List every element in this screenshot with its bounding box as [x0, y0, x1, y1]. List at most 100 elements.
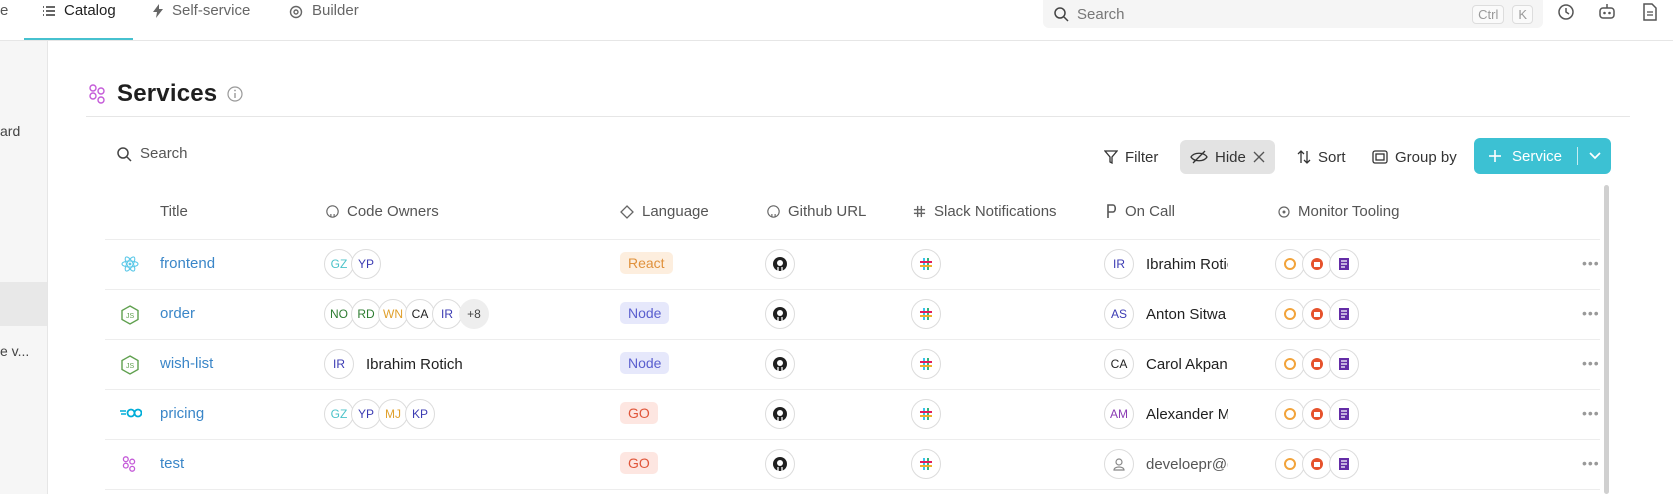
github-link-icon[interactable] [765, 399, 795, 429]
service-title-link[interactable]: pricing [160, 405, 204, 422]
group-by-button[interactable]: Group by [1362, 140, 1467, 174]
avatar[interactable]: KP [405, 399, 435, 429]
more-owners-badge[interactable]: +8 [459, 299, 489, 329]
row-actions-icon[interactable]: ••• [1582, 405, 1600, 421]
column-header-slack-notifications[interactable]: Slack Notifications [913, 203, 1057, 220]
sidebar-item-active[interactable] [0, 282, 47, 326]
filter-button[interactable]: Filter [1094, 140, 1168, 174]
monitor-tooling-icons[interactable] [1275, 249, 1359, 279]
code-owners-avatars[interactable]: GZ YP [324, 249, 381, 279]
monitor-tooling-icons[interactable] [1275, 349, 1359, 379]
tab-catalog[interactable]: Catalog [42, 0, 116, 41]
history-icon[interactable] [1555, 1, 1577, 23]
datadog-icon[interactable] [1329, 449, 1359, 479]
column-header-monitor-tooling[interactable]: Monitor Tooling [1278, 203, 1399, 220]
datadog-icon[interactable] [1329, 399, 1359, 429]
code-owners-avatars[interactable]: IR Ibrahim Rotich [324, 349, 463, 379]
grafana-icon[interactable] [1275, 449, 1305, 479]
sidebar-item-truncated[interactable]: ard [0, 123, 20, 139]
page-title: Services [117, 80, 218, 107]
service-title-link[interactable]: frontend [160, 255, 215, 272]
monitor-tooling-icons[interactable] [1275, 399, 1359, 429]
service-title-link[interactable]: wish-list [160, 355, 213, 372]
column-header-on-call[interactable]: On Call [1107, 203, 1175, 220]
ai-assistant-icon[interactable] [1596, 1, 1618, 23]
tab-builder[interactable]: Builder [288, 0, 359, 41]
datadog-icon[interactable] [1329, 349, 1359, 379]
hide-button-label: Hide [1215, 148, 1246, 166]
avatar[interactable]: GZ [324, 399, 354, 429]
add-service-button[interactable]: Service [1474, 138, 1611, 174]
services-blueprint-icon [89, 84, 105, 104]
column-header-label: Title [160, 203, 188, 220]
info-icon[interactable] [227, 86, 243, 102]
column-header-language[interactable]: Language [620, 203, 709, 220]
monitor-tooling-icons[interactable] [1275, 299, 1359, 329]
sort-button[interactable]: Sort [1287, 140, 1356, 174]
avatar[interactable]: CA [1104, 349, 1134, 379]
avatar[interactable]: GZ [324, 249, 354, 279]
avatar[interactable]: IR [324, 349, 354, 379]
grafana-icon[interactable] [1275, 399, 1305, 429]
avatar[interactable]: WN [378, 299, 408, 329]
grafana-icon[interactable] [1275, 349, 1305, 379]
service-title-link[interactable]: order [160, 305, 195, 322]
global-search-input[interactable]: Search Ctrl K [1043, 0, 1543, 28]
table-search-input[interactable]: Search [116, 145, 188, 162]
monitor-tooling-icons[interactable] [1275, 449, 1359, 479]
user-placeholder-icon[interactable] [1104, 449, 1134, 479]
tab-self-service[interactable]: Self-service [152, 0, 250, 41]
slack-link-icon[interactable] [911, 449, 941, 479]
github-icon [326, 205, 339, 218]
slack-link-icon[interactable] [911, 249, 941, 279]
close-icon[interactable] [1253, 151, 1265, 163]
hide-button[interactable]: Hide [1180, 140, 1275, 174]
slack-link-icon[interactable] [911, 399, 941, 429]
grafana-icon[interactable] [1275, 299, 1305, 329]
column-header-code-owners[interactable]: Code Owners [326, 203, 439, 220]
avatar[interactable]: IR [1104, 249, 1134, 279]
slack-link-icon[interactable] [911, 349, 941, 379]
nav-tab-truncated[interactable]: e [0, 2, 8, 19]
column-header-title[interactable]: Title [160, 203, 188, 220]
datadog-icon[interactable] [1329, 249, 1359, 279]
prometheus-icon[interactable] [1302, 449, 1332, 479]
column-header-github-url[interactable]: Github URL [767, 203, 866, 220]
avatar[interactable]: RD [351, 299, 381, 329]
prometheus-icon[interactable] [1302, 249, 1332, 279]
avatar[interactable]: YP [351, 399, 381, 429]
avatar[interactable]: MJ [378, 399, 408, 429]
avatar[interactable]: IR [432, 299, 462, 329]
on-call-name: Alexander M [1146, 405, 1228, 423]
row-actions-icon[interactable]: ••• [1582, 355, 1600, 371]
grafana-icon[interactable] [1275, 249, 1305, 279]
prometheus-icon[interactable] [1302, 399, 1332, 429]
table-scrollbar[interactable] [1604, 185, 1609, 494]
document-icon[interactable] [1639, 1, 1661, 23]
code-owners-avatars[interactable]: GZ YP MJ KP [324, 399, 435, 429]
avatar[interactable]: YP [351, 249, 381, 279]
slack-link-icon[interactable] [911, 299, 941, 329]
avatar[interactable]: NO [324, 299, 354, 329]
row-actions-icon[interactable]: ••• [1582, 255, 1600, 271]
avatar[interactable]: CA [405, 299, 435, 329]
chevron-down-icon[interactable] [1578, 152, 1611, 160]
avatar[interactable]: AS [1104, 299, 1134, 329]
github-link-icon[interactable] [765, 349, 795, 379]
github-link-icon[interactable] [765, 249, 795, 279]
page-header: Services [87, 80, 243, 108]
column-header-label: On Call [1125, 203, 1176, 220]
row-divider [105, 289, 1600, 290]
github-link-icon[interactable] [765, 449, 795, 479]
github-link-icon[interactable] [765, 299, 795, 329]
prometheus-icon[interactable] [1302, 349, 1332, 379]
row-actions-icon[interactable]: ••• [1582, 305, 1600, 321]
sidebar-item-truncated[interactable]: e v... [0, 343, 29, 359]
avatar[interactable]: AM [1104, 399, 1134, 429]
datadog-icon[interactable] [1329, 299, 1359, 329]
service-title-link[interactable]: test [160, 455, 184, 472]
prometheus-icon[interactable] [1302, 299, 1332, 329]
code-owners-avatars[interactable]: NO RD WN CA IR +8 [324, 299, 489, 329]
row-actions-icon[interactable]: ••• [1582, 455, 1600, 471]
go-icon [120, 407, 142, 419]
